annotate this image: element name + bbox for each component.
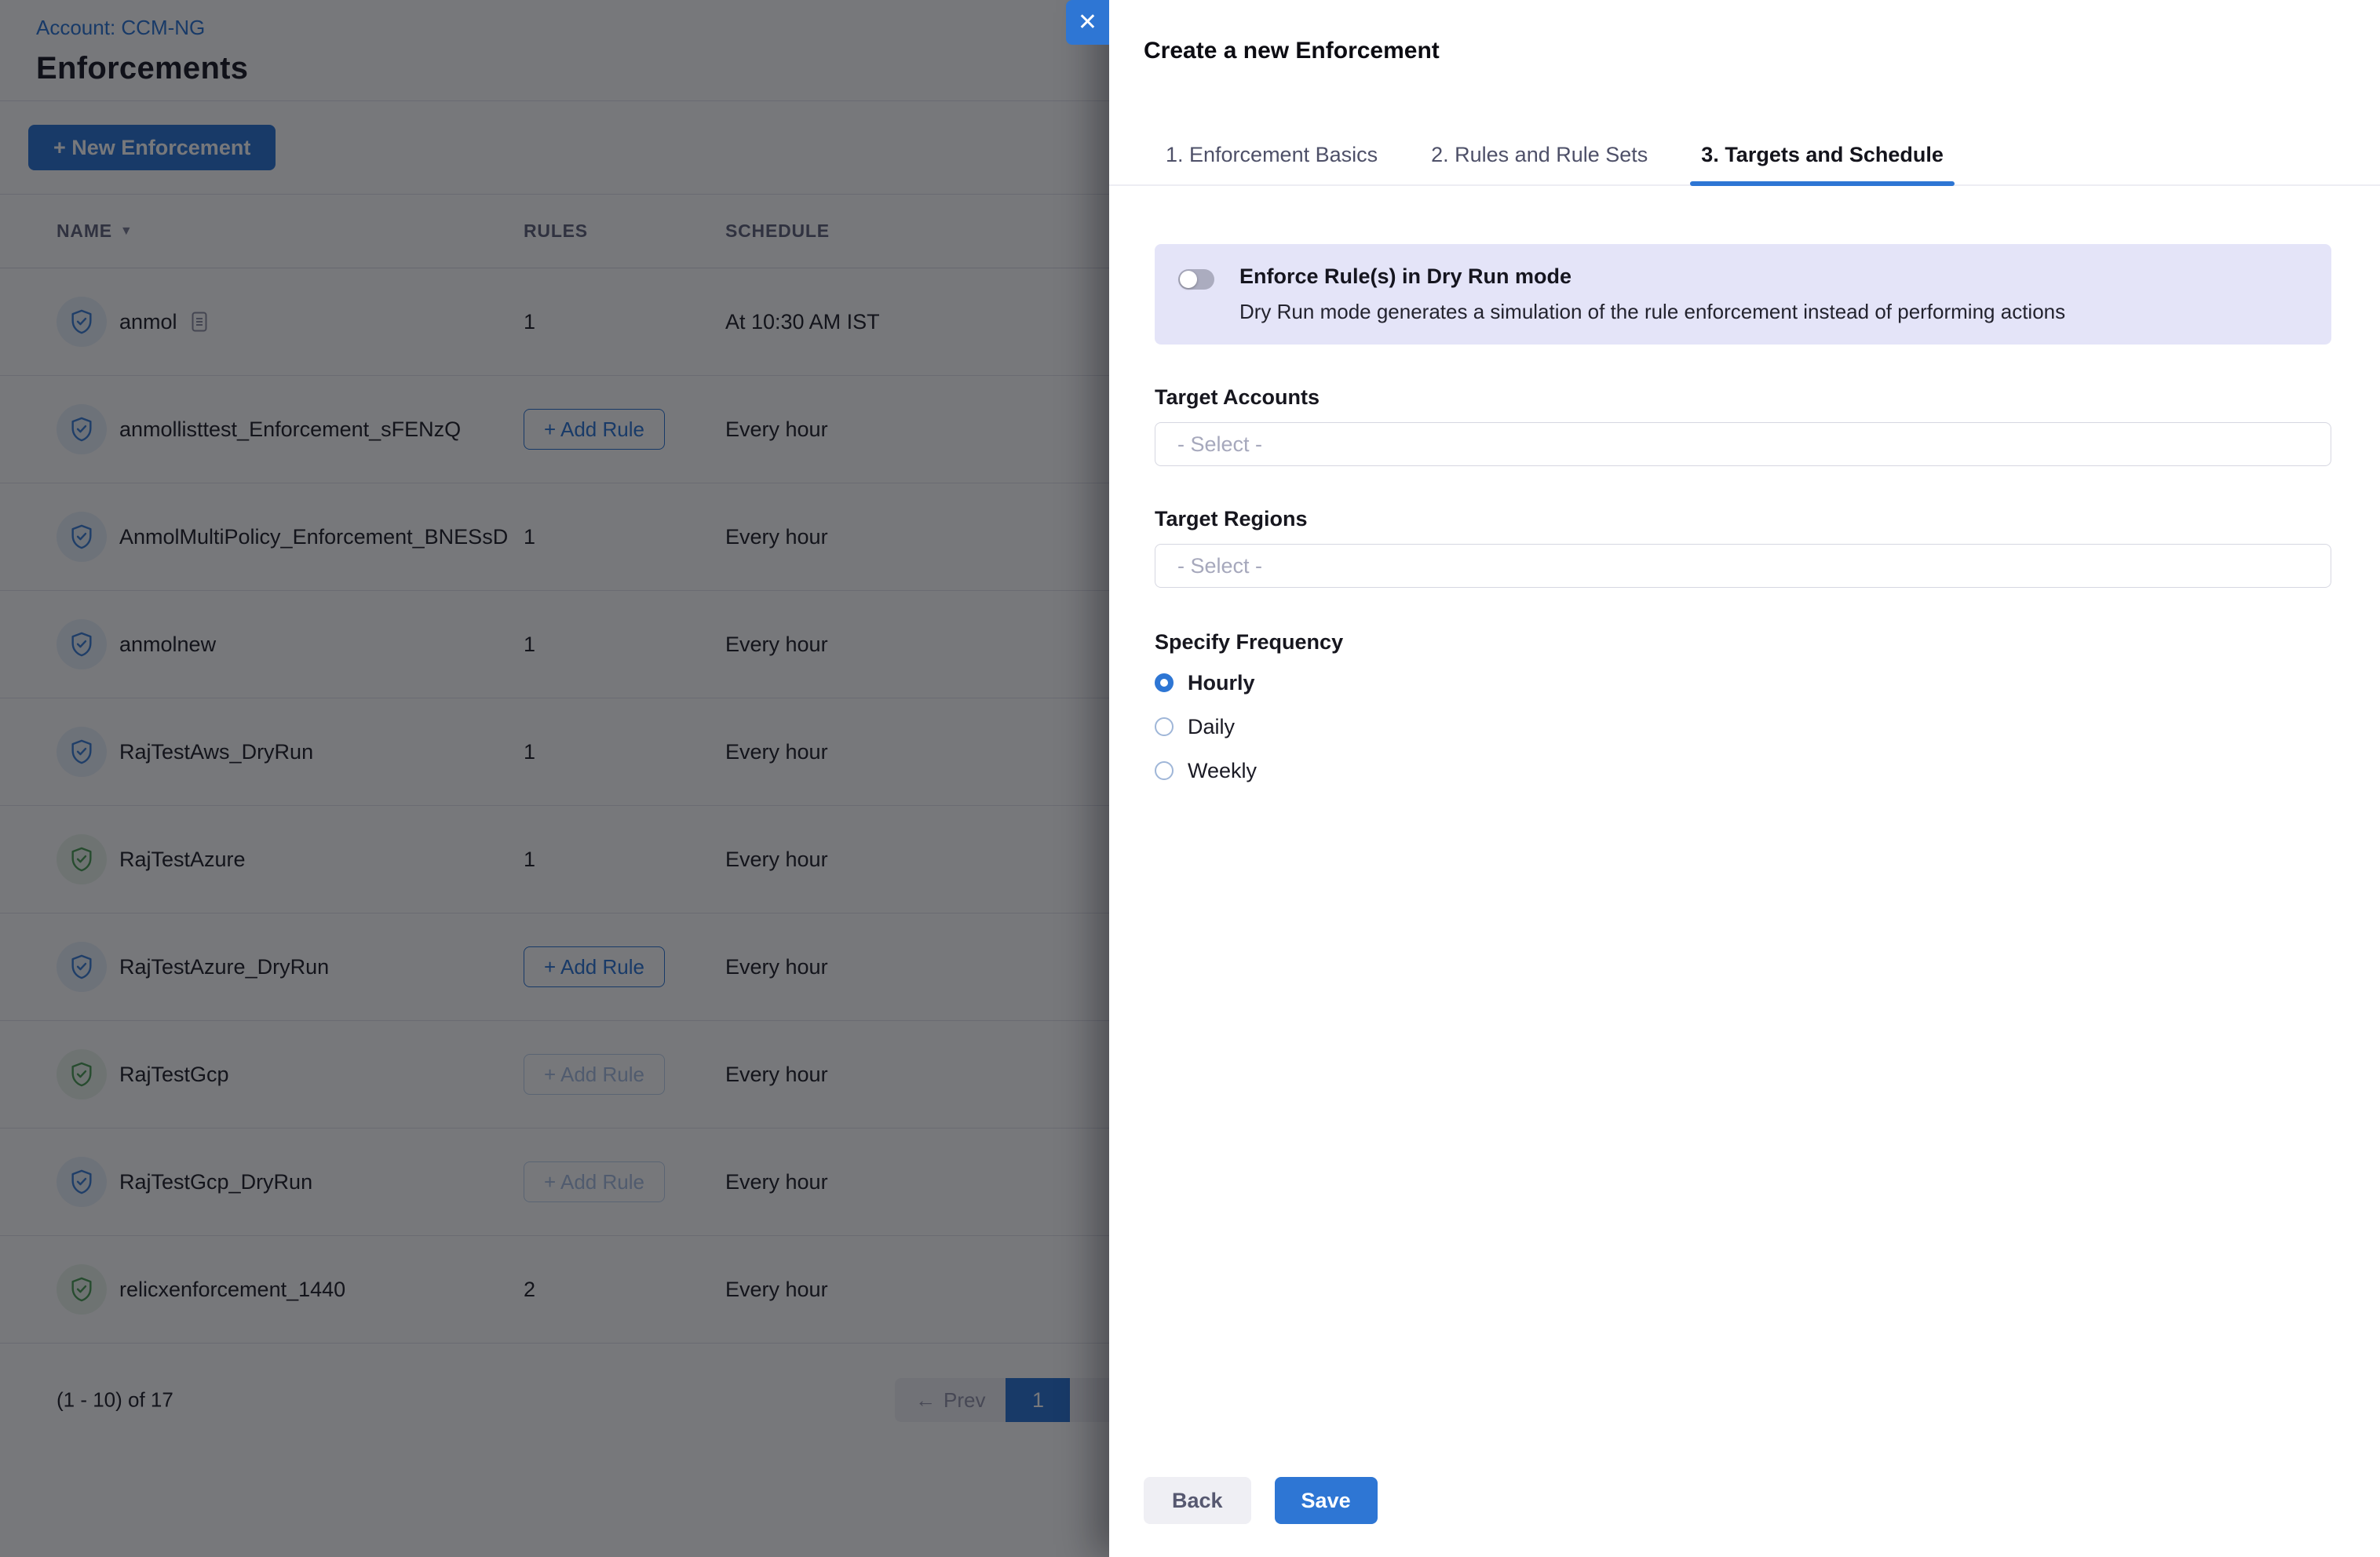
frequency-option-daily[interactable]: Daily xyxy=(1155,705,2331,749)
tab-targets-and-schedule[interactable]: 3. Targets and Schedule xyxy=(1690,143,1955,184)
target-accounts-label: Target Accounts xyxy=(1155,385,2331,410)
frequency-option-label: Daily xyxy=(1188,715,1235,739)
modal-overlay[interactable] xyxy=(0,0,1109,1557)
save-button[interactable]: Save xyxy=(1275,1477,1378,1524)
close-icon: ✕ xyxy=(1078,11,1097,35)
target-accounts-select[interactable]: - Select - xyxy=(1155,422,2331,466)
drawer-body: Enforce Rule(s) in Dry Run mode Dry Run … xyxy=(1109,186,2380,793)
frequency-option-label: Hourly xyxy=(1188,671,1255,695)
frequency-label: Specify Frequency xyxy=(1155,630,2331,655)
tab-rules-and-rule-sets[interactable]: 2. Rules and Rule Sets xyxy=(1420,143,1659,184)
tab-enforcement-basics[interactable]: 1. Enforcement Basics xyxy=(1155,143,1389,184)
target-regions-select[interactable]: - Select - xyxy=(1155,544,2331,588)
target-regions-placeholder: - Select - xyxy=(1177,554,1262,578)
drawer-footer: Back Save xyxy=(1144,1477,1378,1524)
frequency-option-weekly[interactable]: Weekly xyxy=(1155,749,2331,793)
close-drawer-button[interactable]: ✕ xyxy=(1066,0,1109,45)
drawer-tabs: 1. Enforcement Basics 2. Rules and Rule S… xyxy=(1109,143,2380,186)
dry-run-banner: Enforce Rule(s) in Dry Run mode Dry Run … xyxy=(1155,244,2331,345)
dry-run-description: Dry Run mode generates a simulation of t… xyxy=(1239,300,2065,324)
frequency-radio-group: Hourly Daily Weekly xyxy=(1155,661,2331,793)
radio-selected-icon[interactable] xyxy=(1155,673,1174,692)
radio-unselected-icon[interactable] xyxy=(1155,761,1174,780)
radio-unselected-icon[interactable] xyxy=(1155,717,1174,736)
frequency-option-label: Weekly xyxy=(1188,759,1257,783)
toggle-knob-icon xyxy=(1180,271,1197,288)
frequency-field: Specify Frequency Hourly Daily Weekly xyxy=(1155,630,2331,793)
target-accounts-placeholder: - Select - xyxy=(1177,432,1262,457)
dry-run-title: Enforce Rule(s) in Dry Run mode xyxy=(1239,264,2065,289)
back-button[interactable]: Back xyxy=(1144,1477,1251,1524)
target-accounts-field: Target Accounts - Select - xyxy=(1155,385,2331,466)
create-enforcement-drawer: ✕ Create a new Enforcement 1. Enforcemen… xyxy=(1109,0,2380,1557)
dry-run-text: Enforce Rule(s) in Dry Run mode Dry Run … xyxy=(1239,264,2065,324)
frequency-option-hourly[interactable]: Hourly xyxy=(1155,661,2331,705)
dry-run-toggle[interactable] xyxy=(1178,269,1214,290)
drawer-title: Create a new Enforcement xyxy=(1144,38,2345,64)
target-regions-field: Target Regions - Select - xyxy=(1155,507,2331,588)
drawer-header: Create a new Enforcement xyxy=(1109,0,2380,64)
target-regions-label: Target Regions xyxy=(1155,507,2331,531)
